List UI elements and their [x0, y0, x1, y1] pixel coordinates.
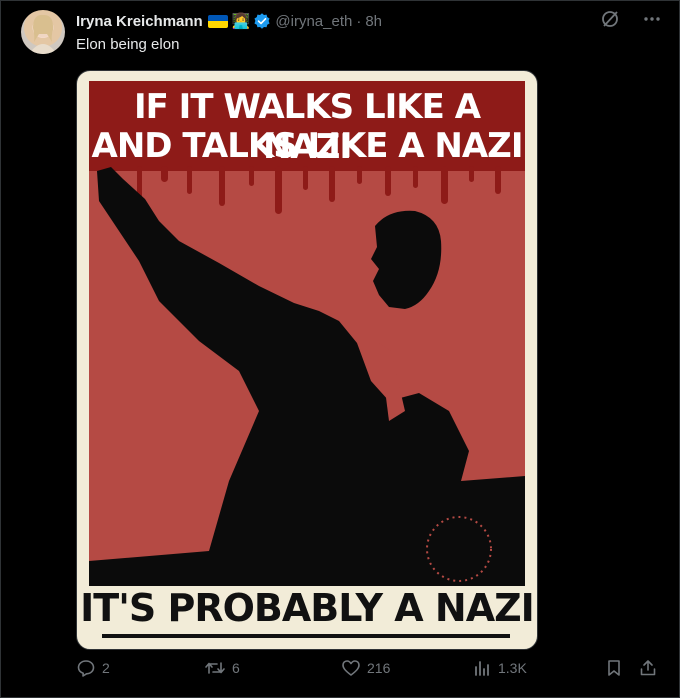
tweet-image[interactable]: IF IT WALKS LIKE A NAZI AND TALKS LIKE A…	[76, 70, 538, 650]
reply-button[interactable]: 2	[76, 658, 110, 678]
views-chart-icon	[475, 661, 489, 676]
poster-line2: AND TALKS LIKE A NAZI	[91, 126, 524, 166]
ukraine-flag-icon	[207, 14, 228, 28]
like-button[interactable]: 216	[341, 658, 390, 678]
tweet-top-actions	[600, 9, 662, 29]
tweet-text: Elon being elon	[76, 36, 180, 53]
technologist-emoji-icon: 👩‍💻	[231, 13, 251, 30]
tweet-actions: 2 6 216 1.3K	[76, 658, 658, 684]
heart-icon	[342, 660, 360, 676]
reply-icon	[77, 660, 95, 677]
like-count: 216	[367, 660, 391, 676]
author-handle[interactable]: @iryna_eth	[275, 13, 352, 30]
reply-count: 2	[102, 660, 110, 676]
timestamp[interactable]: 8h	[365, 13, 382, 30]
share-icon	[640, 660, 656, 676]
bookmark-button[interactable]	[604, 658, 630, 678]
retweet-count: 6	[232, 660, 240, 676]
poster-bottom-text: IT'S PROBABLY A NAZI	[80, 586, 535, 630]
tweet-header: Iryna Kreichmann 👩‍💻 @iryna_eth · 8h	[76, 11, 382, 31]
views-button[interactable]: 1.3K	[472, 658, 527, 678]
author-name[interactable]: Iryna Kreichmann	[76, 13, 203, 30]
views-count: 1.3K	[498, 660, 527, 676]
bookmark-icon	[608, 660, 620, 676]
avatar[interactable]	[21, 10, 65, 54]
retweet-icon	[205, 662, 225, 674]
poster-underline	[102, 634, 510, 638]
grok-icon[interactable]	[600, 9, 620, 29]
poster-red-area: IF IT WALKS LIKE A NAZI AND TALKS LIKE A…	[89, 81, 525, 586]
retweet-button[interactable]: 6	[204, 658, 240, 678]
share-button[interactable]	[638, 658, 664, 678]
verified-badge-icon	[254, 13, 270, 29]
separator-dot: ·	[356, 12, 362, 30]
more-options-icon[interactable]	[642, 9, 662, 29]
